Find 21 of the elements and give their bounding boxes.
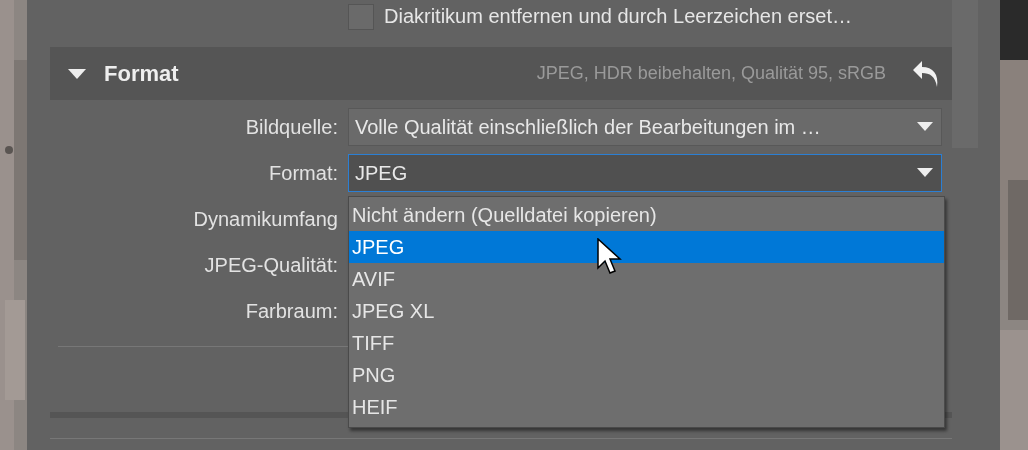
section-title: Format [104, 60, 179, 87]
section-summary: JPEG, HDR beibehalten, Qualität 95, sRGB [536, 63, 886, 84]
section-header[interactable]: Format JPEG, HDR beibehalten, Qualität 95, sRGB [50, 47, 952, 100]
field-label: Dynamikumfang [192, 207, 338, 231]
field-label: JPEG-Qualität: [203, 253, 338, 277]
menu-option[interactable]: AVIF [349, 263, 944, 295]
dropdown[interactable]: JPEG [348, 154, 942, 192]
menu-option[interactable]: PNG [349, 359, 944, 391]
field-label: Format: [268, 161, 338, 185]
caret-icon [917, 122, 933, 132]
checkbox-label: Diakritikum entfernen und durch Leerzeichen erset… [384, 5, 853, 28]
caret-icon [917, 168, 933, 178]
dropdown[interactable]: Volle Qualität einschließlich der Bearbeitungen im … [348, 108, 942, 146]
menu-option[interactable]: JPEG XL [349, 295, 944, 327]
menu-option[interactable]: Nicht ändern (Quelldatei kopieren) [349, 199, 944, 231]
field-label: Farbraum: [244, 299, 338, 323]
menu-option[interactable]: JPEG [349, 231, 944, 263]
expand-triangle-icon[interactable] [68, 67, 86, 80]
menu-option[interactable]: HEIF [349, 391, 944, 423]
field-label: Bildquelle: [244, 115, 338, 139]
menu-option[interactable]: TIFF [349, 327, 944, 359]
